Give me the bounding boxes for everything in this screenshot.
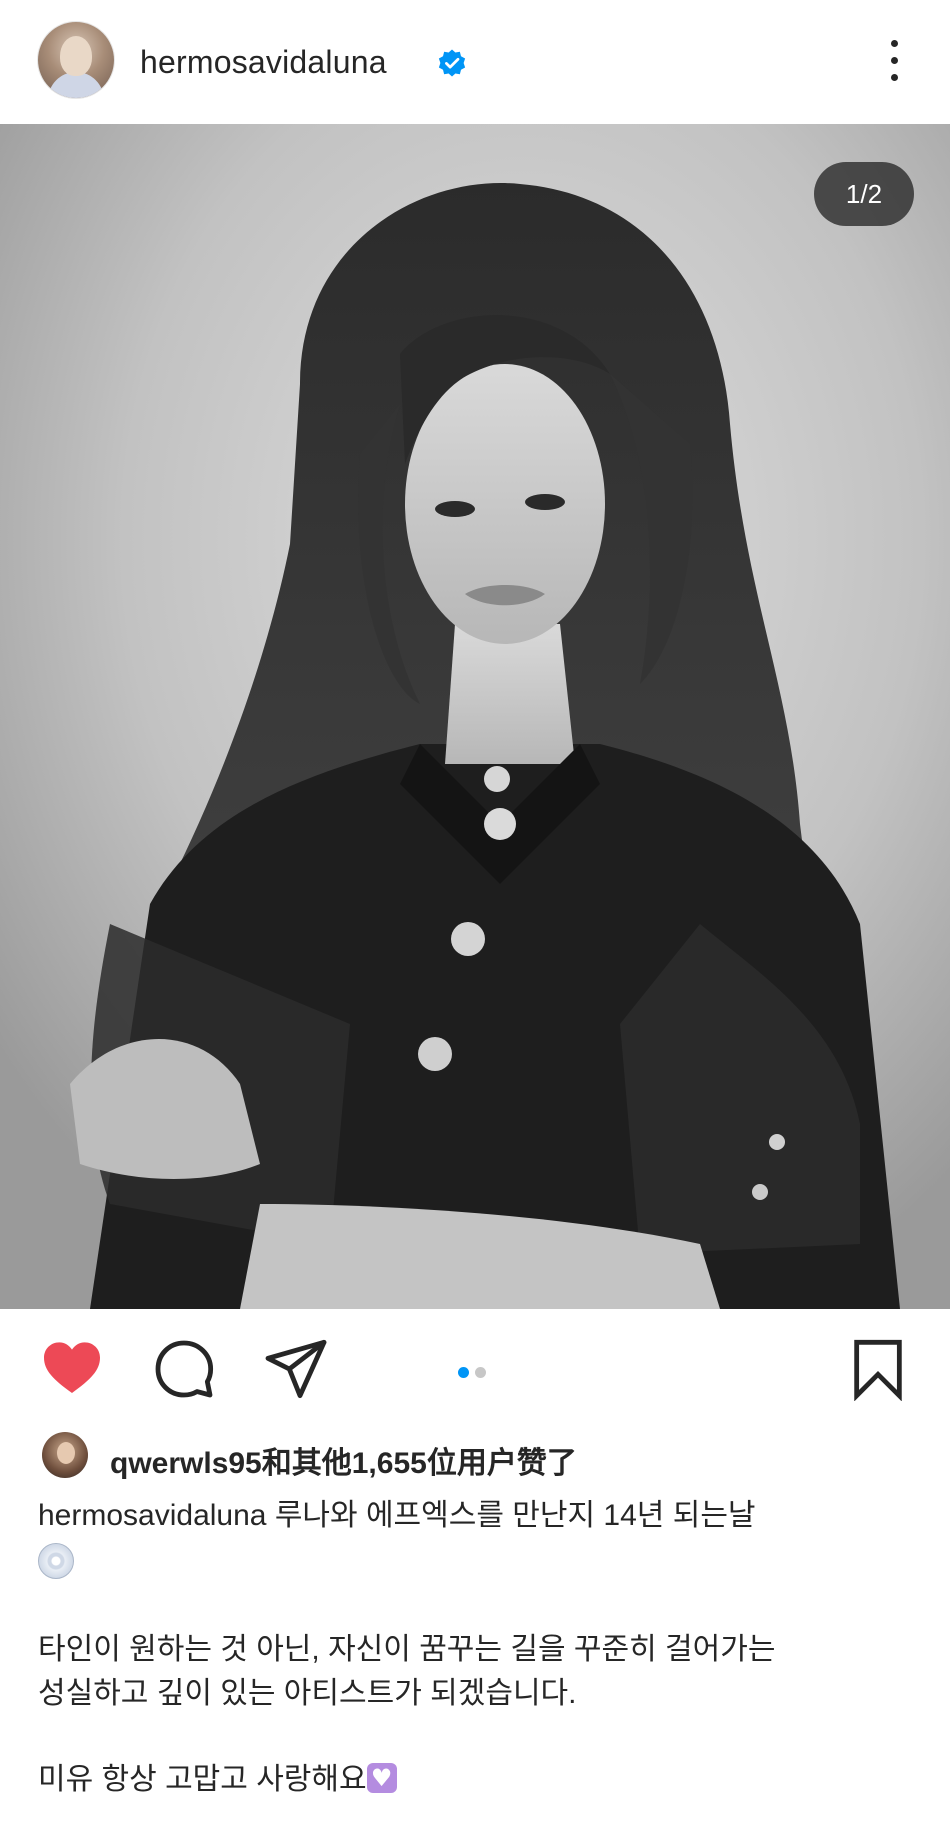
post-caption: hermosavidaluna 루나와 에프엑스를 만난지 14년 되는날 타인… <box>38 1494 918 1802</box>
post-header: hermosavidaluna <box>0 0 950 124</box>
verified-badge-icon <box>438 49 466 77</box>
bookmark-icon[interactable] <box>846 1337 910 1401</box>
caption-text-2: 타인이 원하는 것 아닌, 자신이 꿈꾸는 길을 꾸준히 걸어가는 <box>38 1633 776 1666</box>
carousel-counter: 1/2 <box>814 162 914 226</box>
caption-text-4: 미유 항상 고맙고 사랑해요 <box>38 1763 367 1796</box>
purple-heart-icon <box>366 1761 397 1795</box>
more-vertical-icon-dot <box>891 57 898 64</box>
cd-icon <box>38 1543 74 1580</box>
liker-avatar[interactable] <box>42 1432 88 1478</box>
likes-summary[interactable]: qwerwls95和其他1,655位用户赞了 <box>38 1432 918 1482</box>
post-username[interactable]: hermosavidaluna <box>140 44 387 81</box>
caption-line-1: hermosavidaluna 루나와 에프엑스를 만난지 14년 되는날 <box>38 1494 918 1538</box>
profile-avatar[interactable] <box>38 22 114 98</box>
post-actions <box>0 1309 950 1429</box>
carousel-dot <box>475 1367 486 1378</box>
more-options-button[interactable] <box>876 36 912 86</box>
likes-text[interactable]: qwerwls95和其他1,655位用户赞了 <box>110 1438 577 1482</box>
post-photo[interactable]: 1/2 <box>0 124 950 1309</box>
more-vertical-icon <box>891 40 898 47</box>
caption-emoji-line <box>38 1538 918 1586</box>
caption-spacer-2 <box>38 1716 918 1758</box>
caption-username[interactable]: hermosavidaluna <box>38 1499 266 1532</box>
avatar-face <box>60 36 92 76</box>
comment-icon[interactable] <box>152 1337 216 1401</box>
carousel-indicator <box>458 1365 492 1378</box>
caption-line-4: 미유 항상 고맙고 사랑해요 <box>38 1758 918 1802</box>
heart-filled-icon[interactable] <box>40 1337 104 1401</box>
caption-text-1: 루나와 에프엑스를 만난지 14년 되는날 <box>266 1499 756 1532</box>
portrait-photo <box>0 124 950 1309</box>
liker-avatar-face <box>57 1442 75 1464</box>
send-icon[interactable] <box>264 1337 328 1401</box>
caption-text-3: 성실하고 깊이 있는 아티스트가 되겠습니다. <box>38 1677 577 1710</box>
more-vertical-icon-dot <box>891 74 898 81</box>
carousel-dot-active <box>458 1367 469 1378</box>
